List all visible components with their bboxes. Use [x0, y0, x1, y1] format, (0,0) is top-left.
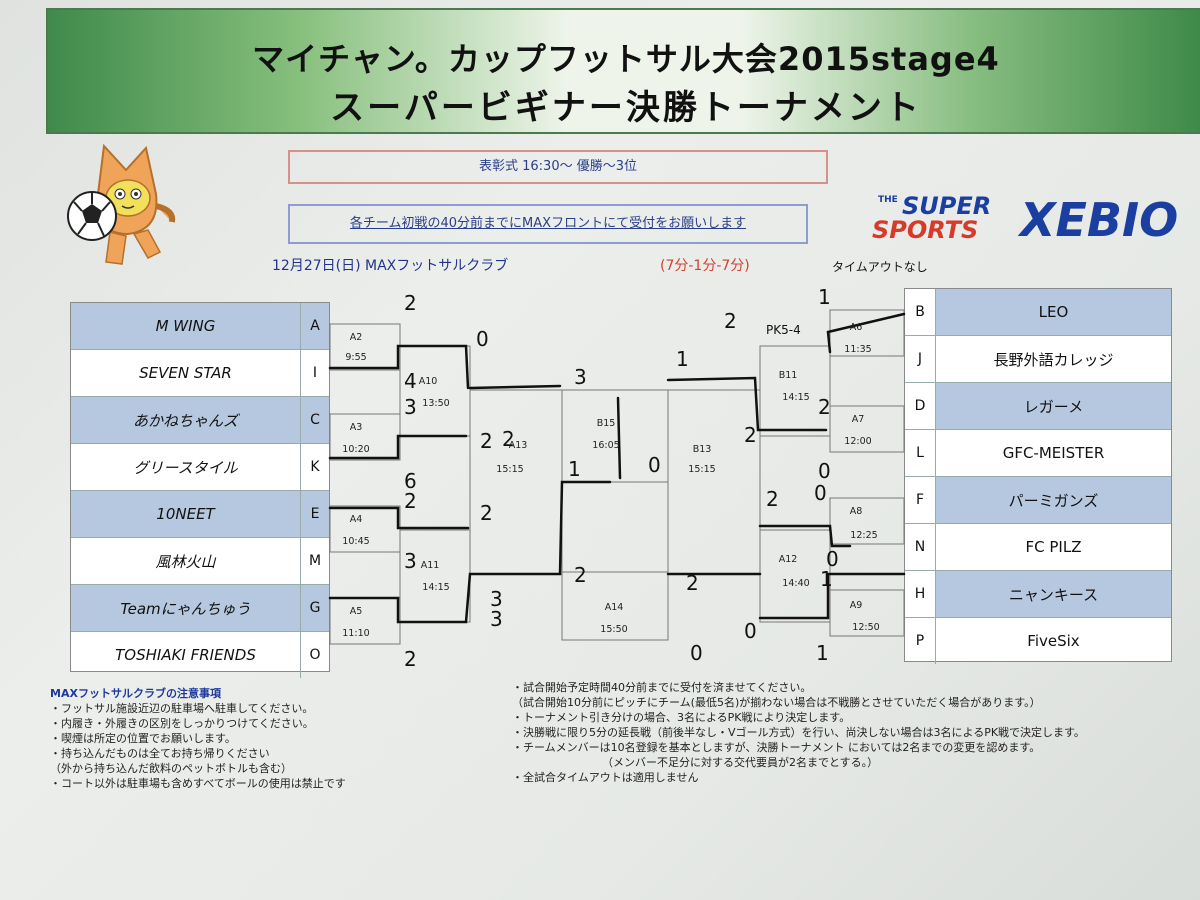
match-time: 12:50	[852, 622, 879, 633]
match-id: A5	[350, 606, 363, 617]
match-time: 10:45	[342, 536, 369, 547]
match-time: 12:00	[844, 436, 871, 447]
match-time: 11:35	[844, 344, 871, 355]
rule-item: ・試合開始予定時間40分前までに受付を済ませてください。	[512, 681, 812, 694]
handwritten-score: 2	[480, 429, 493, 453]
match-time: 14:15	[422, 582, 449, 593]
handwritten-score: 2	[502, 427, 515, 451]
note-item: ・持ち込んだものは全てお持ち帰りください	[50, 747, 270, 760]
handwritten-score: 0	[476, 327, 489, 351]
handwritten-score: 1	[818, 285, 831, 309]
handwritten-score: 1	[568, 457, 581, 481]
match-time: 10:20	[342, 444, 369, 455]
note-item: ・内履き・外履きの区別をしっかりつけてください。	[50, 717, 314, 730]
rule-item: ・全試合タイムアウトは適用しません	[512, 771, 699, 784]
handwritten-score: 2	[480, 501, 493, 525]
match-id: A3	[350, 422, 363, 433]
match-id: A10	[419, 376, 438, 387]
match-time: 13:50	[422, 398, 449, 409]
match-id: A2	[350, 332, 363, 343]
match-id: A8	[850, 506, 863, 517]
match-id: B15	[597, 418, 616, 429]
venue-notes-heading: MAXフットサルクラブの注意事項	[50, 687, 221, 700]
handwritten-score: 2	[724, 309, 737, 333]
handwritten-score: 2	[766, 487, 779, 511]
match-id: A14	[605, 602, 624, 613]
handwritten-score: 1	[820, 567, 833, 591]
match-id: A7	[852, 414, 865, 425]
venue-notes: MAXフットサルクラブの注意事項 ・フットサル施設近辺の駐車場へ駐車してください…	[50, 686, 470, 791]
match-time: 14:15	[782, 392, 809, 403]
handwritten-score: 2	[404, 489, 417, 513]
rule-item: ・チームメンバーは10名登録を基本としますが、決勝トーナメント においては2名ま…	[512, 741, 1041, 754]
handwritten-score: 1	[676, 347, 689, 371]
match-time: 11:10	[342, 628, 369, 639]
handwritten-score: 3	[404, 549, 417, 573]
handwritten-score: 0	[744, 619, 757, 643]
note-item: ・フットサル施設近辺の駐車場へ駐車してください。	[50, 702, 314, 715]
handwritten-score: 2	[818, 395, 831, 419]
match-time: 16:05	[592, 440, 619, 451]
match-id: A6	[850, 322, 863, 333]
handwritten-score: 2	[574, 563, 587, 587]
handwritten-score: 2	[404, 647, 417, 671]
match-id: B11	[779, 370, 798, 381]
handwritten-score: 0	[818, 459, 831, 483]
match-time: 14:40	[782, 578, 809, 589]
tournament-sheet: マイチャン。カップフットサル大会2015stage4 スーパービギナー決勝トーナ…	[0, 0, 1200, 900]
match-id: B13	[693, 444, 712, 455]
handwritten-score: 2	[686, 571, 699, 595]
match-id: A9	[850, 600, 863, 611]
note-item: （外から持ち込んだ飲料のペットボトルも含む）	[50, 762, 292, 775]
handwritten-score: 3	[404, 395, 417, 419]
handwritten-score: 0	[690, 641, 703, 665]
match-time: 15:15	[688, 464, 715, 475]
rule-item: ・決勝戦に限り5分の延長戦（前後半なし・Vゴール方式）を行い、尚決しない場合は3…	[512, 726, 1085, 739]
match-time: 15:15	[496, 464, 523, 475]
rule-item: （メンバー不足分に対する交代要員が2名までとする。）	[602, 756, 879, 769]
match-id: A12	[779, 554, 798, 565]
rule-item: （試合開始10分前にピッチにチーム(最低5名)が揃わない場合は不戦勝とさせていた…	[512, 696, 1041, 709]
handwritten-score: 2	[744, 423, 757, 447]
handwritten-score: 0	[648, 453, 661, 477]
match-time: 15:50	[600, 624, 627, 635]
note-item: ・喫煙は所定の位置でお願いします。	[50, 732, 236, 745]
handwritten-score: 3	[574, 365, 587, 389]
handwritten-score: 2	[404, 291, 417, 315]
note-item: ・コート以外は駐車場も含めすべてボールの使用は禁止です	[50, 777, 346, 790]
match-time: 9:55	[345, 352, 366, 363]
handwritten-note: PK5-4	[766, 323, 801, 337]
handwritten-score: 3	[490, 587, 503, 611]
match-rules: ・試合開始予定時間40分前までに受付を済ませてください。 （試合開始10分前にピ…	[512, 680, 1200, 785]
handwritten-score: 1	[816, 641, 829, 665]
handwritten-score: 0	[814, 481, 827, 505]
match-id: A11	[421, 560, 440, 571]
match-time: 12:25	[850, 530, 877, 541]
handwritten-score: 4	[404, 369, 417, 393]
match-id: A4	[350, 514, 363, 525]
rule-item: ・トーナメント引き分けの場合、3名によるPK戦により決定します。	[512, 711, 851, 724]
